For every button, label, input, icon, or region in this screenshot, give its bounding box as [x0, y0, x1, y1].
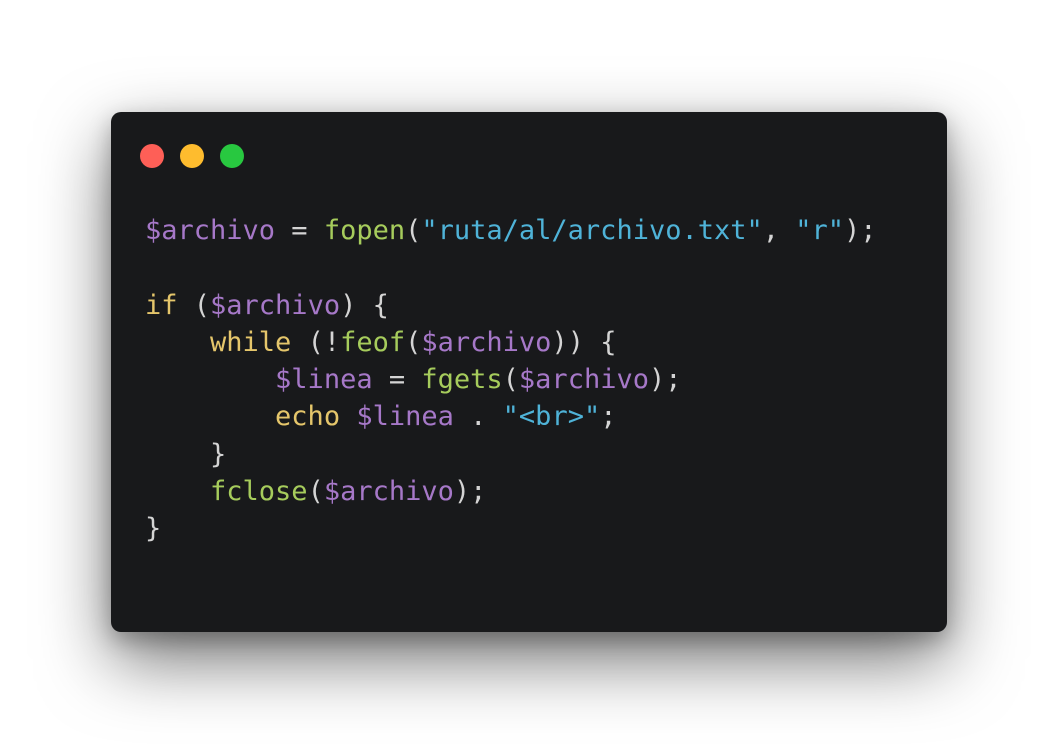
- code-token-punctuation: ) {: [340, 289, 389, 321]
- close-button[interactable]: [140, 144, 164, 168]
- code-token-punctuation: (: [177, 289, 211, 321]
- code-token-variable: $linea: [275, 364, 373, 396]
- code-token-punctuation: =: [372, 364, 422, 396]
- code-line: $archivo = fopen("ruta/al/archivo.txt", …: [145, 212, 877, 249]
- code-token-punctuation: [145, 401, 275, 432]
- code-token-keyword: while: [210, 326, 292, 358]
- code-token-string: "ruta/al/archivo.txt": [421, 215, 763, 246]
- code-token-function: fclose: [210, 476, 308, 508]
- maximize-button[interactable]: [220, 144, 244, 168]
- code-token-punctuation: [145, 476, 210, 507]
- code-token-function: feof: [340, 326, 406, 358]
- code-token-keyword: echo: [275, 401, 341, 433]
- code-token-keyword: if: [145, 289, 178, 321]
- code-token-variable: $archivo: [518, 364, 649, 396]
- code-token-punctuation: .: [453, 401, 503, 433]
- code-token-punctuation: (: [502, 364, 519, 396]
- code-token-function: fgets: [421, 364, 503, 396]
- code-token-punctuation: );: [844, 215, 877, 246]
- code-line: }: [145, 436, 877, 473]
- code-token-variable: $linea: [356, 401, 454, 433]
- code-token-variable: $archivo: [323, 476, 454, 508]
- code-token-variable: $archivo: [145, 215, 276, 246]
- code-token-punctuation: [145, 327, 210, 358]
- minimize-button[interactable]: [180, 144, 204, 168]
- code-line: }: [145, 510, 877, 547]
- code-token-string: "<br>": [502, 401, 601, 433]
- code-token-punctuation: =: [275, 215, 324, 246]
- code-token-punctuation: }: [145, 513, 162, 545]
- code-token-punctuation: ;: [600, 401, 617, 433]
- code-line: fclose($archivo);: [145, 473, 877, 510]
- code-token-string: "r": [795, 215, 845, 246]
- code-token-punctuation: [145, 364, 275, 395]
- code-block[interactable]: $archivo = fopen("ruta/al/archivo.txt", …: [145, 212, 877, 548]
- code-token-punctuation: (!: [291, 326, 341, 358]
- window-controls: [140, 144, 244, 168]
- code-token-punctuation: (: [405, 215, 422, 246]
- code-token-variable: $archivo: [210, 289, 341, 321]
- code-line: echo $linea . "<br>";: [145, 398, 877, 435]
- code-line: if ($archivo) {: [145, 287, 877, 324]
- code-token-punctuation: [340, 401, 356, 432]
- code-token-punctuation: (: [405, 326, 422, 358]
- code-token-punctuation: (: [307, 476, 324, 508]
- code-token-variable: $archivo: [421, 326, 552, 358]
- code-line: while (!feof($archivo)) {: [145, 324, 877, 361]
- code-token-punctuation: );: [453, 476, 487, 508]
- code-token-punctuation: );: [648, 364, 682, 396]
- code-token-punctuation: )) {: [551, 326, 617, 358]
- code-token-function: fopen: [323, 215, 406, 246]
- code-line: $linea = fgets($archivo);: [145, 361, 877, 398]
- code-window: $archivo = fopen("ruta/al/archivo.txt", …: [111, 112, 947, 632]
- code-token-punctuation: }: [145, 438, 227, 470]
- code-token-punctuation: ,: [762, 215, 796, 246]
